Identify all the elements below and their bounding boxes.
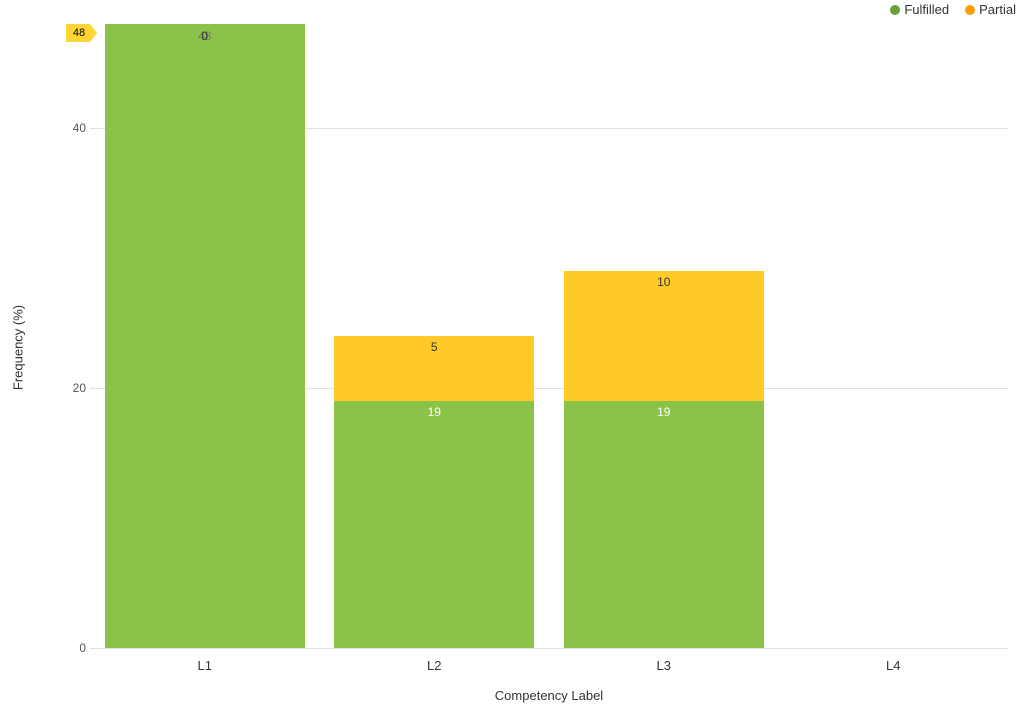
bar-segment-partial[interactable]: 10 bbox=[564, 271, 764, 401]
bar-value-label: 19 bbox=[334, 405, 534, 419]
legend-dot-fulfilled bbox=[890, 5, 900, 15]
legend-label: Fulfilled bbox=[904, 2, 949, 17]
legend: Fulfilled Partial bbox=[890, 2, 1016, 17]
bar-group[interactable]: 19 5 bbox=[334, 336, 534, 648]
bar-group[interactable]: 1910 bbox=[564, 271, 764, 648]
chart-container: Fulfilled Partial Frequency (%) 48 0 20 40… bbox=[0, 0, 1024, 711]
bar-segment-fulfilled[interactable]: 19 bbox=[564, 401, 764, 648]
x-axis-label: Competency Label bbox=[495, 688, 603, 703]
bar-group[interactable] bbox=[105, 24, 305, 648]
y-tick-label: 40 bbox=[62, 121, 86, 135]
plot-area: 48 020404801951910 bbox=[90, 24, 1008, 648]
legend-dot-partial bbox=[965, 5, 975, 15]
bar-segment-fulfilled[interactable] bbox=[105, 24, 305, 648]
x-tick-label: L1 bbox=[198, 658, 212, 673]
legend-label: Partial bbox=[979, 2, 1016, 17]
x-tick-label: L4 bbox=[886, 658, 900, 673]
legend-item-fulfilled[interactable]: Fulfilled bbox=[890, 2, 949, 17]
bar-value-label: 19 bbox=[564, 405, 764, 419]
y-axis-label: Frequency (%) bbox=[11, 305, 26, 390]
x-tick-label: L2 bbox=[427, 658, 441, 673]
x-axis: Competency Label L1 L2 L3 L4 bbox=[90, 648, 1008, 708]
bar-overlap-labels: 480 bbox=[198, 27, 211, 45]
x-tick-label: L3 bbox=[657, 658, 671, 673]
y-tick-label: 20 bbox=[62, 381, 86, 395]
bar-value-label: 10 bbox=[564, 275, 764, 289]
legend-item-partial[interactable]: Partial bbox=[965, 2, 1016, 17]
y-tick-label: 0 bbox=[62, 641, 86, 655]
bar-segment-partial[interactable]: 5 bbox=[334, 336, 534, 401]
bar-segment-fulfilled[interactable]: 19 bbox=[334, 401, 534, 648]
marker-badge: 48 bbox=[66, 24, 90, 42]
bar-value-label: 5 bbox=[334, 340, 534, 354]
